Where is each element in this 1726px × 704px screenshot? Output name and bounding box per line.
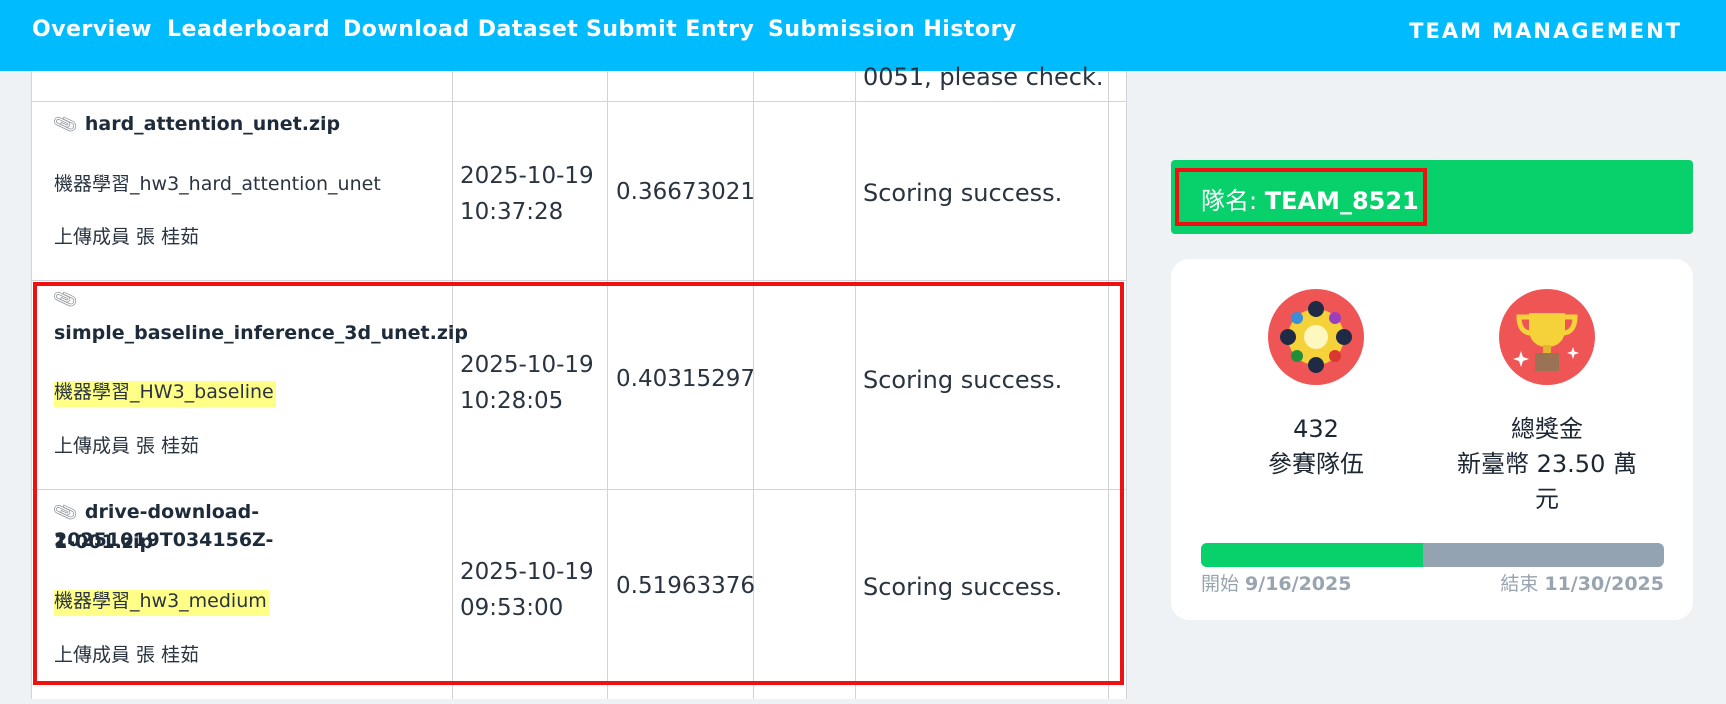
submission-score: 0.40315297 (616, 366, 756, 392)
table-row: 📎︎ drive-download-20251019T034156Z- 1-001… (32, 490, 1126, 699)
file-name-link[interactable]: simple_baseline_inference_3d_unet.zip (54, 319, 468, 347)
nav-download-dataset[interactable]: Download Dataset (343, 17, 578, 42)
nav-submission-history[interactable]: Submission History (768, 17, 1017, 42)
uploader-label: 上傳成員 張 桂茹 (54, 644, 200, 666)
uploader-label: 上傳成員 張 桂茹 (54, 435, 200, 457)
teams-count: 432 (1293, 415, 1339, 443)
prize-label: 總獎金 (1511, 415, 1583, 443)
submission-time: 10:28:05 (460, 388, 564, 414)
submission-time: 09:53:00 (460, 595, 564, 621)
teams-network-icon (1268, 289, 1364, 385)
submission-table: 0051, please check. 📎︎ hard_attention_une… (31, 63, 1127, 699)
team-name-bar: 隊名: TEAM_8521 (1171, 160, 1693, 234)
paperclip-icon: 📎︎ (51, 110, 80, 139)
teams-label: 參賽隊伍 (1268, 450, 1364, 478)
start-label: 開始 (1201, 573, 1246, 595)
submission-status: Scoring success. (863, 179, 1063, 207)
paperclip-icon: 📎︎ (51, 285, 80, 314)
table-row: 📎︎ hard_attention_unet.zip 機器學習_hw3_hard_… (32, 102, 1126, 280)
submission-score: 0.51963376 (616, 573, 756, 599)
nav-team-management[interactable]: TEAM MANAGEMENT (1409, 19, 1682, 43)
submission-status: Scoring success. (863, 366, 1063, 394)
progress-fill (1201, 543, 1424, 567)
paperclip-icon: 📎︎ (51, 498, 80, 527)
nav-overview[interactable]: Overview (32, 17, 152, 42)
submission-time: 10:37:28 (460, 199, 564, 225)
submission-date: 2025-10-19 (460, 163, 594, 189)
competition-stats-card: 432 參賽隊伍 總獎金 新臺幣 23.50 萬 元 開始 9/16/2025 … (1171, 259, 1693, 620)
team-name: TEAM_8521 (1264, 187, 1419, 215)
competition-progress-bar (1201, 543, 1664, 567)
end-date: 11/30/2025 (1544, 573, 1664, 595)
submission-description: 機器學習_hw3_medium (54, 590, 269, 616)
prize-amount-unit: 元 (1535, 485, 1559, 513)
prize-amount: 新臺幣 23.50 萬 (1457, 450, 1637, 478)
nav-submit-entry[interactable]: Submit Entry (586, 17, 754, 42)
file-name-link[interactable]: hard_attention_unet.zip (85, 113, 340, 135)
submission-date: 2025-10-19 (460, 559, 594, 585)
previous-row-status: 0051, please check. (863, 63, 1104, 91)
submission-status: Scoring success. (863, 573, 1063, 601)
submission-description: 機器學習_hw3_hard_attention_unet (54, 173, 381, 195)
team-name-label: 隊名: (1201, 187, 1265, 215)
submission-date: 2025-10-19 (460, 352, 594, 378)
trophy-icon (1499, 289, 1595, 385)
start-date: 9/16/2025 (1245, 573, 1352, 595)
uploader-label: 上傳成員 張 桂茹 (54, 226, 200, 248)
file-name-link-continued[interactable]: 1-001.zip (54, 528, 153, 556)
submission-description: 機器學習_HW3_baseline (54, 381, 276, 407)
submission-score: 0.36673021 (616, 179, 756, 205)
top-navbar: Overview Leaderboard Download Dataset Su… (0, 0, 1726, 71)
end-label: 結束 (1500, 573, 1545, 595)
table-row: 📎︎ simple_baseline_inference_3d_unet.zip… (32, 281, 1126, 489)
nav-leaderboard[interactable]: Leaderboard (167, 17, 330, 42)
